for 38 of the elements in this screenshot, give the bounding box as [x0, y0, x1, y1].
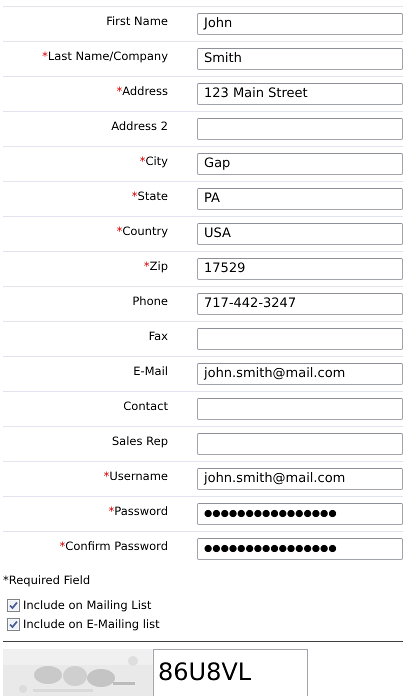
text-field[interactable]: USA — [197, 223, 403, 245]
field-label: *Address — [116, 84, 168, 98]
checkbox-label[interactable]: Include on Mailing List — [23, 596, 152, 614]
text-field[interactable]: john.smith@mail.com — [197, 468, 403, 490]
field-label: Sales Rep — [112, 434, 168, 448]
field-label: Address 2 — [111, 119, 168, 133]
text-field[interactable]: Smith — [197, 48, 403, 70]
field-label: *Password — [108, 504, 168, 518]
text-field[interactable] — [197, 433, 403, 455]
field-label: *Zip — [144, 259, 168, 273]
field-label: *State — [132, 189, 168, 203]
text-field[interactable] — [197, 398, 403, 420]
field-label: E-Mail — [133, 364, 168, 378]
required-note: *Required Field — [3, 573, 90, 587]
field-label: *City — [140, 154, 168, 168]
text-field[interactable]: John — [197, 13, 403, 35]
field-label: First Name — [106, 14, 168, 28]
field-label: *Country — [116, 224, 168, 238]
text-field[interactable] — [197, 328, 403, 350]
text-field[interactable]: 717-442-3247 — [197, 293, 403, 315]
checkbox-label[interactable]: Include on E-Mailing list — [23, 616, 160, 634]
text-field[interactable]: ●●●●●●●●●●●●●●●● — [197, 503, 403, 525]
field-label: *Username — [104, 469, 168, 483]
text-field[interactable]: Gap — [197, 153, 403, 175]
captcha-field[interactable]: 86U8VL — [153, 649, 308, 696]
text-field[interactable] — [197, 118, 403, 140]
field-label: *Confirm Password — [60, 539, 168, 553]
text-field[interactable]: ●●●●●●●●●●●●●●●● — [197, 538, 403, 560]
field-label: Fax — [148, 329, 168, 343]
text-field[interactable]: PA — [197, 188, 403, 210]
text-field[interactable]: 17529 — [197, 258, 403, 280]
text-field[interactable]: john.smith@mail.com — [197, 363, 403, 385]
field-label: *Last Name/Company — [42, 49, 168, 63]
field-label: Contact — [123, 399, 168, 413]
field-label: Phone — [132, 294, 168, 308]
text-field[interactable]: 123 Main Street — [197, 83, 403, 105]
checkbox[interactable] — [7, 599, 20, 612]
checkbox[interactable] — [7, 618, 20, 631]
